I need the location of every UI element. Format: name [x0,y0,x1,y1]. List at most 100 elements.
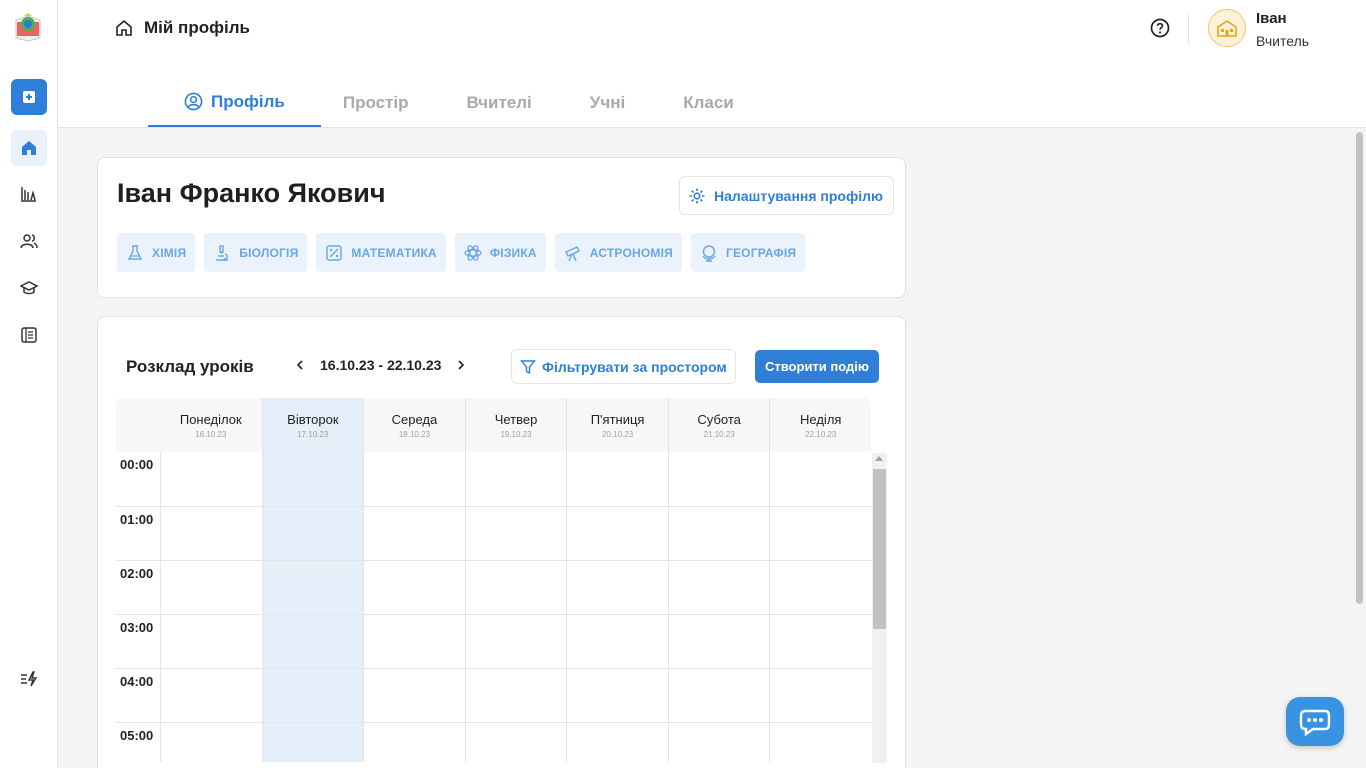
tab-space[interactable]: Простір [321,78,445,127]
nav-analytics[interactable] [11,176,47,212]
time-slot-cell[interactable] [566,561,668,614]
time-slot-cell[interactable] [667,615,770,668]
time-slot-cell[interactable] [363,561,465,614]
subject-label: ФІЗИКА [489,245,537,260]
breadcrumb[interactable]: Мій профіль [114,18,250,38]
time-slot-cell[interactable] [159,615,262,668]
profile-settings-label: Налаштування профілю [714,187,883,204]
time-slot-cell[interactable] [363,669,465,722]
time-slot-cell[interactable] [363,452,465,506]
time-slot-cell[interactable] [159,723,262,762]
time-slot-cell[interactable] [769,507,871,560]
week-calendar: Понеділок 16.10.23 Вівторок 17.10.23 Серед… [116,398,871,762]
time-slot-cell[interactable] [261,561,364,614]
chat-bubble-icon [1299,709,1331,736]
filter-by-space-button[interactable]: Фільтрувати за простором [511,349,736,384]
day-header-friday[interactable]: П'ятниця 20.10.23 [566,398,668,452]
subject-chip[interactable]: ГЕОГРАФІЯ [690,233,806,272]
subject-chip[interactable]: БІОЛОГІЯ [204,233,308,272]
subject-label: АСТРОНОМІЯ [589,245,673,260]
day-header-wednesday[interactable]: Середа 18.10.23 [363,398,465,452]
time-slot-cell[interactable] [566,723,668,762]
create-event-button[interactable]: Створити подію [755,350,879,383]
filter-label: Фільтрувати за простором [542,358,727,375]
time-slot-cell[interactable] [769,615,871,668]
time-slot-cell[interactable] [464,615,567,668]
microscope-icon [216,244,229,261]
time-slot-cell[interactable] [566,669,668,722]
time-slot-cell[interactable] [464,507,567,560]
scroll-up-arrow-icon[interactable] [875,456,883,461]
nav-classes[interactable] [11,270,47,306]
time-slot-cell[interactable] [667,561,770,614]
subject-label: МАТЕМАТИКА [351,245,437,260]
time-slot-cell[interactable] [464,669,567,722]
tab-teachers[interactable]: Вчителі [445,78,568,127]
time-slot-cell[interactable] [261,723,364,762]
hour-label: 04:00 [120,674,154,689]
day-name: Середа [391,411,438,427]
day-header-tuesday[interactable]: Вівторок 17.10.23 [261,398,364,452]
day-header-saturday[interactable]: Субота 21.10.23 [667,398,770,452]
time-slot-cell[interactable] [667,669,770,722]
time-slot-cell[interactable] [464,723,567,762]
tab-classes[interactable]: Класи [661,78,770,127]
nav-home[interactable] [11,130,47,166]
subject-chip[interactable]: ФІЗИКА [454,233,546,272]
nav-users[interactable] [11,223,47,259]
time-slot-cell[interactable] [261,452,364,506]
time-slot-cell[interactable] [769,452,871,506]
nav-journal[interactable] [11,317,47,353]
time-slot-cell[interactable] [769,669,871,722]
tab-profile[interactable]: Профіль [148,78,321,127]
time-slot-cell[interactable] [769,561,871,614]
time-slot-cell[interactable] [159,561,262,614]
page-scrollbar[interactable] [1354,128,1366,768]
profile-settings-button[interactable]: Налаштування профілю [679,176,894,215]
time-slot-cell[interactable] [363,723,465,762]
time-slot-cell[interactable] [261,507,364,560]
hour-label: 00:00 [120,457,154,472]
nav-quick-actions[interactable] [11,661,47,697]
time-slot-cell[interactable] [261,615,364,668]
chevron-right-icon[interactable] [455,359,467,371]
day-header-sunday[interactable]: Неділя 22.10.23 [769,398,871,452]
tab-students[interactable]: Учні [568,78,661,127]
header-divider [1188,14,1189,44]
create-new-button[interactable] [11,79,47,115]
subject-label: ХІМІЯ [152,245,187,260]
chat-support-button[interactable] [1286,697,1344,746]
time-slot-cell[interactable] [769,723,871,762]
time-slot-cell[interactable] [261,669,364,722]
day-header-monday[interactable]: Понеділок 16.10.23 [160,398,262,452]
day-header-thursday[interactable]: Четвер 19.10.23 [464,398,567,452]
time-slot-cell[interactable] [363,615,465,668]
time-slot-cell[interactable] [159,669,262,722]
time-slot-cell[interactable] [667,507,770,560]
schedule-title: Розклад уроків [126,357,254,376]
school-logo-icon[interactable] [14,12,42,42]
time-slot-cell[interactable] [566,452,668,506]
avatar[interactable] [1208,9,1246,47]
time-slot-cell[interactable] [667,452,770,506]
time-slot-cell[interactable] [363,507,465,560]
time-slot-cell[interactable] [464,561,567,614]
time-slot-cell[interactable] [159,507,262,560]
calendar-scroll-thumb[interactable] [873,469,886,629]
calendar-scrollbar[interactable] [872,453,887,763]
subject-label: ГЕОГРАФІЯ [725,245,797,260]
day-date: 16.10.23 [195,429,227,439]
chevron-left-icon[interactable] [294,359,306,371]
day-date: 19.10.23 [500,429,532,439]
subject-chip[interactable]: АСТРОНОМІЯ [554,233,682,272]
time-slot-cell[interactable] [464,452,567,506]
schedule-card: Розклад уроків 16.10.23 - 22.10.23 Фільт… [97,316,906,768]
time-slot-cell[interactable] [159,452,262,506]
time-slot-cell[interactable] [566,615,668,668]
subject-chip[interactable]: МАТЕМАТИКА [316,233,446,272]
time-slot-cell[interactable] [566,507,668,560]
help-icon[interactable] [1150,18,1170,38]
page-scroll-thumb[interactable] [1356,132,1363,604]
subject-chip[interactable]: ХІМІЯ [117,233,196,272]
time-slot-cell[interactable] [667,723,770,762]
